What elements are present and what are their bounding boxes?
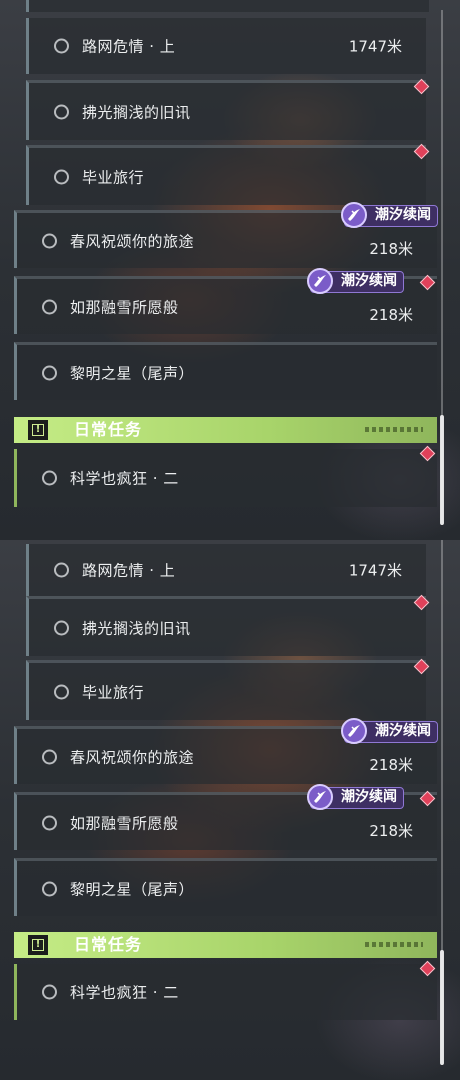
quest-item[interactable]: 黎明之星（尾声） [14, 858, 437, 916]
category-decoration [365, 427, 423, 432]
tide-story-icon [307, 784, 333, 810]
quest-status-circle-icon [54, 104, 69, 119]
quest-item[interactable]: 路网危情 · 上 1747米 [26, 18, 426, 74]
quest-status-circle-icon [42, 233, 57, 248]
tide-story-icon [341, 202, 367, 228]
category-title: 日常任务 [74, 935, 143, 954]
scrollbar-thumb[interactable] [440, 950, 444, 1065]
category-decoration [365, 942, 423, 947]
badge-label: 潮汐续闻 [375, 723, 431, 739]
quest-item[interactable]: 拂光搁浅的旧讯 [26, 80, 426, 140]
quest-name: 科学也疯狂 · 二 [70, 983, 179, 1002]
quest-name: 春风祝颂你的旅途 [70, 232, 195, 250]
quest-distance: 1747米 [348, 37, 402, 56]
quest-name: 春风祝颂你的旅途 [70, 748, 195, 766]
quest-status-circle-icon [42, 299, 57, 314]
quest-name: 如那融雪所愿般 [70, 814, 179, 832]
quest-status-circle-icon [42, 470, 57, 486]
tide-story-badge: 潮汐续闻 [307, 784, 404, 810]
quest-status-circle-icon [54, 620, 69, 635]
badge-label: 潮汐续闻 [375, 207, 431, 223]
tide-story-icon [307, 268, 333, 294]
exclamation-box-icon: ! [28, 935, 48, 955]
quest-status-circle-icon [42, 881, 57, 896]
quest-item[interactable]: 科学也疯狂 · 二 [14, 449, 437, 507]
quest-name: 毕业旅行 [82, 168, 145, 186]
badge-label: 潮汐续闻 [341, 789, 397, 805]
quest-item[interactable]: 路网危情 · 上 1747米 [26, 544, 426, 596]
tide-story-icon [341, 718, 367, 744]
quest-list-panel-2: 路网危情 · 上 1747米 拂光搁浅的旧讯 毕业旅行 春风祝颂你的旅途 218… [0, 540, 460, 1080]
tide-story-badge: 潮汐续闻 [341, 202, 438, 228]
quest-item-partial[interactable] [26, 0, 429, 12]
quest-name: 拂光搁浅的旧讯 [82, 619, 191, 637]
quest-name: 如那融雪所愿般 [70, 298, 179, 316]
quest-distance: 218米 [369, 756, 413, 774]
quest-item[interactable]: 黎明之星（尾声） [14, 342, 437, 400]
tide-story-badge: 潮汐续闻 [341, 718, 438, 744]
quest-item[interactable]: 毕业旅行 [26, 660, 426, 720]
exclamation-box-icon: ! [28, 420, 48, 440]
quest-status-circle-icon [54, 562, 69, 578]
quest-status-circle-icon [54, 38, 69, 54]
quest-status-circle-icon [42, 365, 57, 380]
category-header-daily[interactable]: ! 日常任务 [14, 417, 437, 443]
quest-name: 科学也疯狂 · 二 [70, 469, 179, 488]
badge-label: 潮汐续闻 [341, 273, 397, 289]
quest-name: 毕业旅行 [82, 683, 145, 701]
quest-name: 拂光搁浅的旧讯 [82, 103, 191, 121]
quest-status-circle-icon [54, 169, 69, 184]
category-title: 日常任务 [74, 420, 143, 439]
quest-distance: 218米 [369, 306, 413, 324]
quest-distance: 1747米 [348, 561, 402, 580]
tide-story-badge: 潮汐续闻 [307, 268, 404, 294]
quest-status-circle-icon [42, 815, 57, 830]
quest-status-circle-icon [42, 984, 57, 1000]
quest-item[interactable]: 拂光搁浅的旧讯 [26, 596, 426, 656]
quest-list-panel-1: 路网危情 · 上 1747米 拂光搁浅的旧讯 毕业旅行 春风祝颂你的旅途 218… [0, 0, 460, 540]
quest-name: 黎明之星（尾声） [70, 880, 195, 898]
quest-status-circle-icon [54, 684, 69, 699]
quest-distance: 218米 [369, 240, 413, 258]
quest-distance: 218米 [369, 822, 413, 840]
quest-name: 路网危情 · 上 [82, 37, 176, 56]
quest-name: 路网危情 · 上 [82, 561, 176, 580]
quest-item[interactable]: 科学也疯狂 · 二 [14, 964, 437, 1020]
scrollbar-thumb[interactable] [440, 415, 444, 525]
quest-name: 黎明之星（尾声） [70, 364, 195, 382]
category-header-daily[interactable]: ! 日常任务 [14, 932, 437, 958]
quest-item[interactable]: 毕业旅行 [26, 145, 426, 205]
quest-status-circle-icon [42, 749, 57, 764]
